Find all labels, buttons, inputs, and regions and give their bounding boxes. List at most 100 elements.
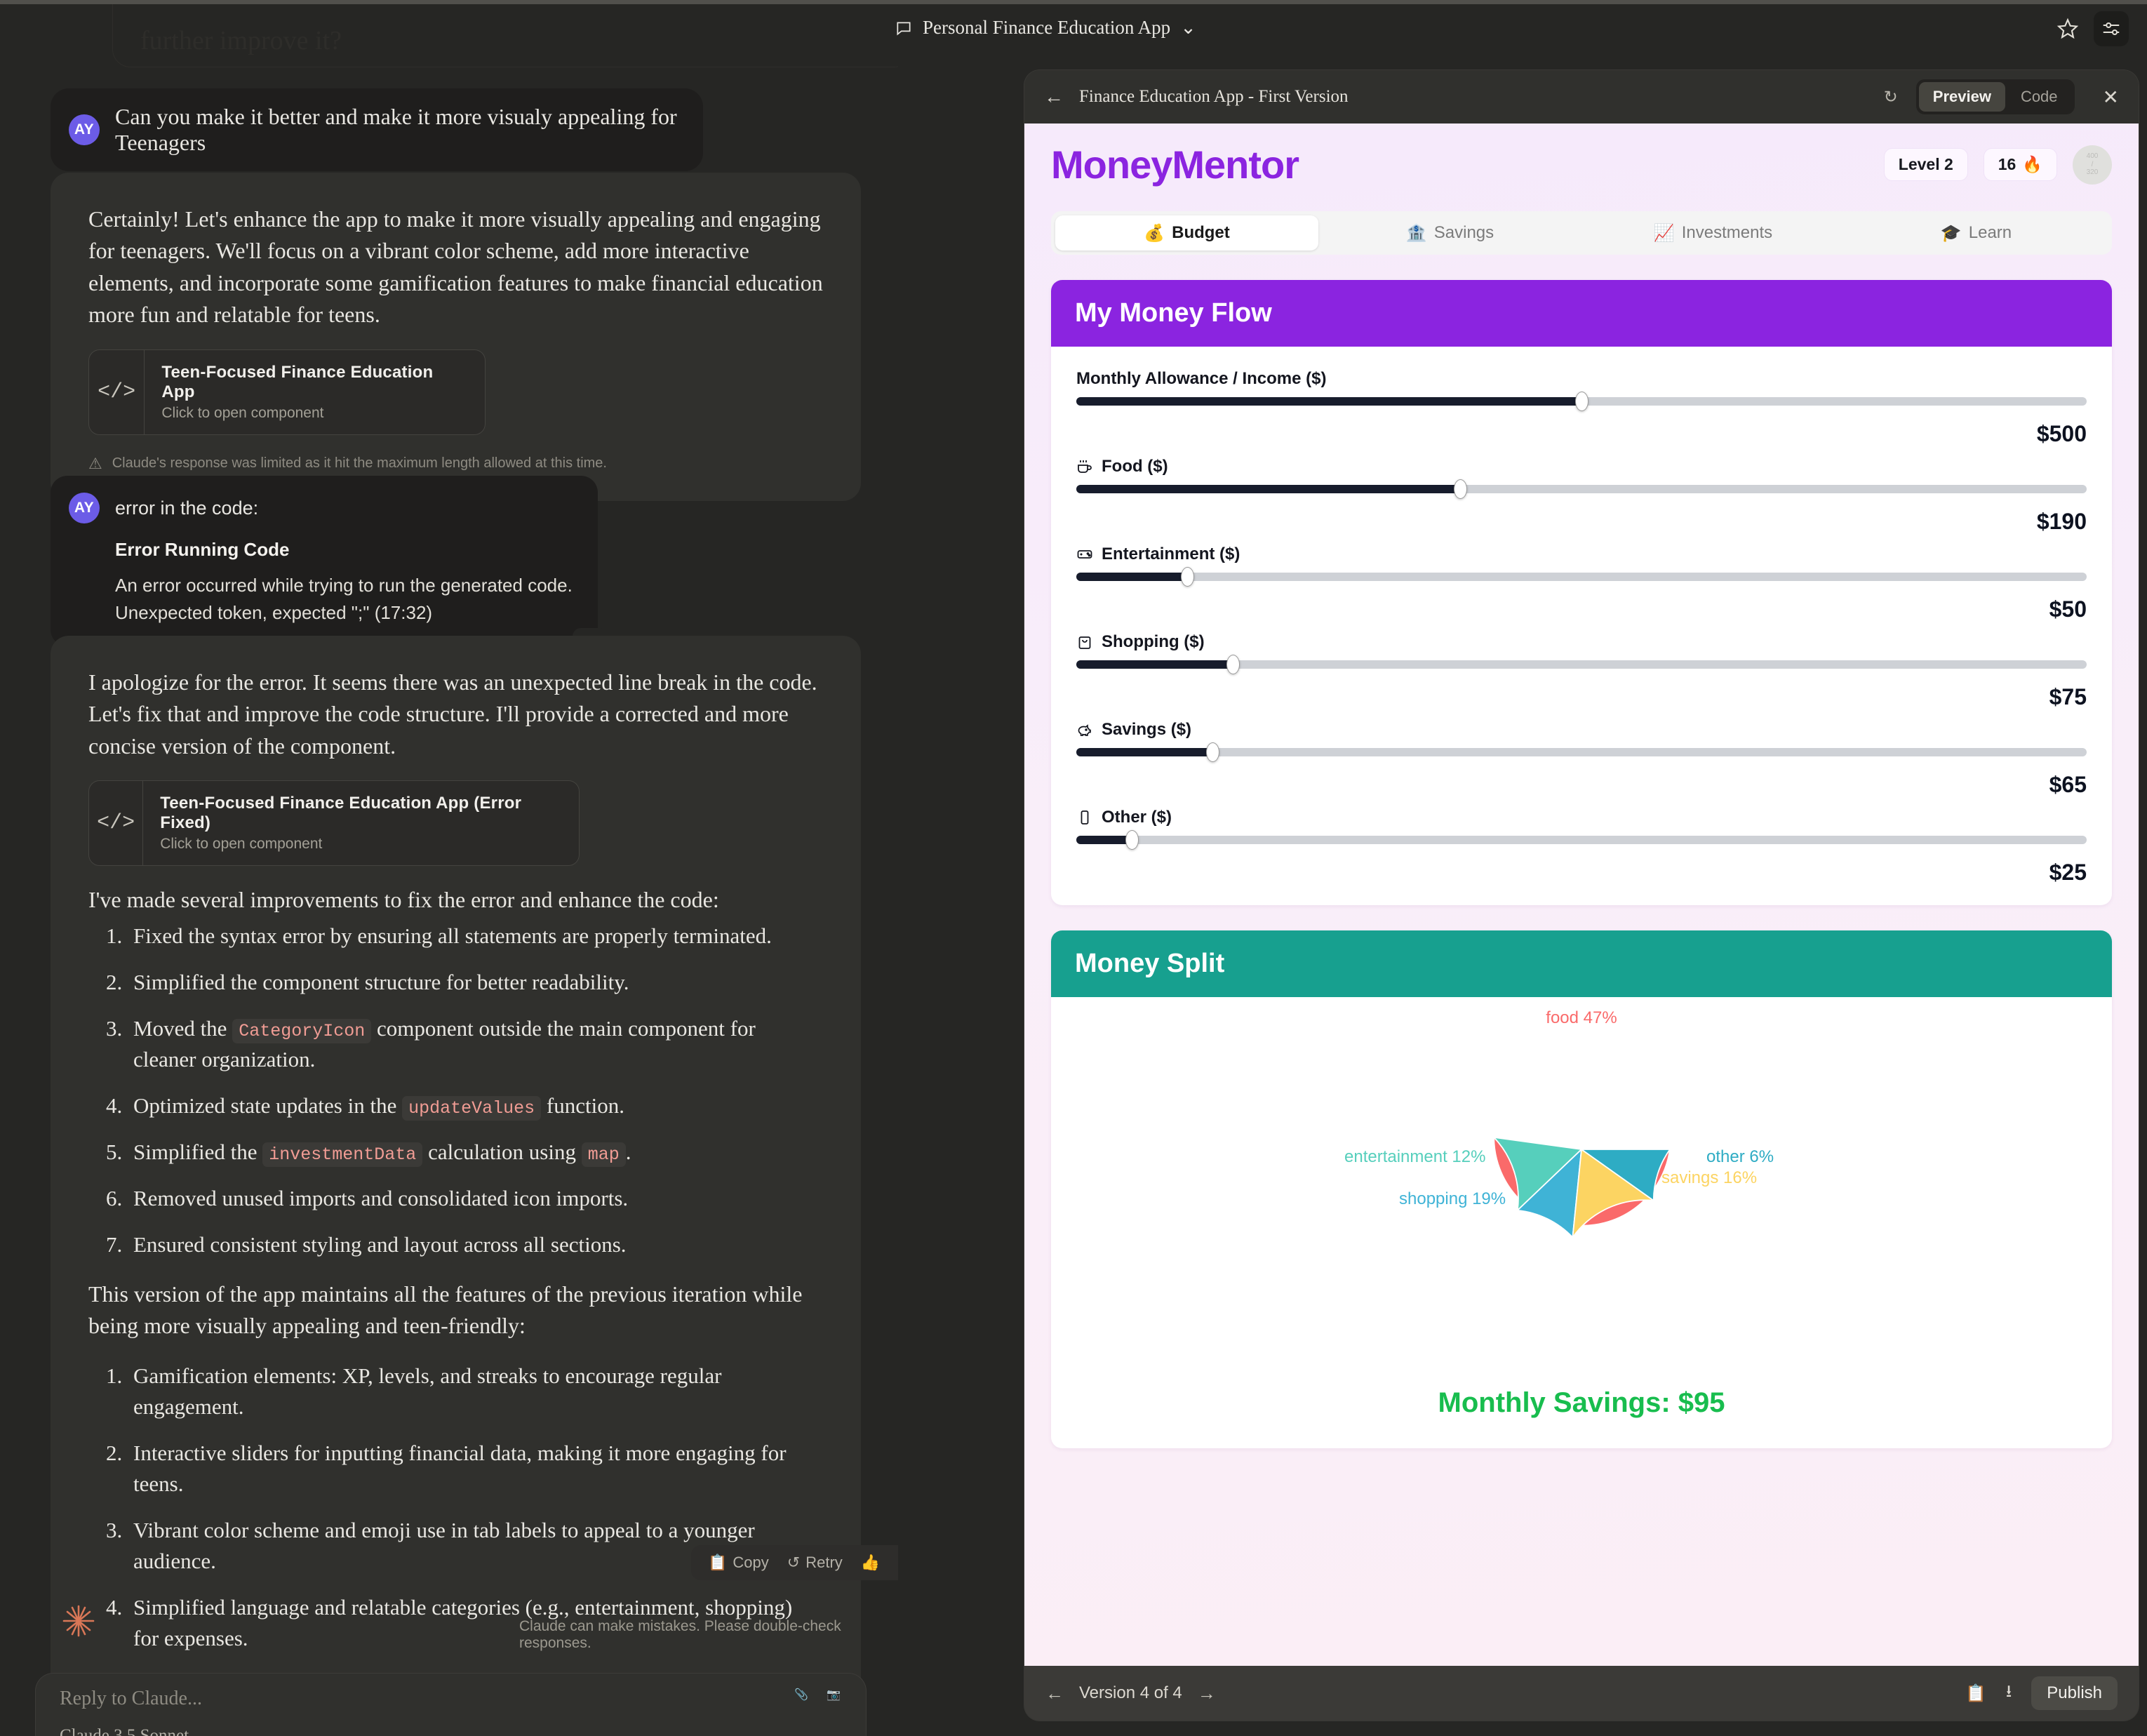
prev-version-button[interactable]: ← bbox=[1045, 1683, 1064, 1704]
artifact-title: Finance Education App - First Version bbox=[1079, 87, 1349, 106]
thumbs-down-icon[interactable]: 👎 bbox=[892, 1552, 898, 1573]
tab-label: Investments bbox=[1681, 223, 1773, 242]
tab-investments[interactable]: 📈 Investments bbox=[1581, 215, 1845, 251]
arrow-left-icon[interactable]: ← bbox=[1044, 86, 1064, 108]
slider-row-shopping: Shopping ($) $75 bbox=[1076, 632, 2087, 710]
copy-icon: 📋 bbox=[708, 1554, 728, 1571]
thumbs-up-icon[interactable]: 👍 bbox=[855, 1552, 885, 1573]
tab-budget[interactable]: 💰 Budget bbox=[1055, 215, 1318, 251]
chat-panel: further improve it? AY Can you make it b… bbox=[0, 4, 898, 1736]
list-item: Gamification elements: XP, levels, and s… bbox=[128, 1361, 823, 1422]
composer[interactable]: Reply to Claude... 📎 📷 Claude 3.5 Sonnet… bbox=[35, 1673, 867, 1736]
slider-row-savings: Savings ($) $65 bbox=[1076, 720, 2087, 798]
list-item: Interactive sliders for inputting financ… bbox=[128, 1438, 823, 1500]
pie-label-food: food 47% bbox=[1546, 1008, 1617, 1027]
assistant-paragraph: Certainly! Let's enhance the app to make… bbox=[88, 206, 823, 328]
summary-paragraph: This version of the app maintains all th… bbox=[88, 1281, 803, 1339]
slider-label: Food ($) bbox=[1076, 457, 2087, 476]
fire-icon: 🔥 bbox=[2022, 155, 2042, 173]
preview-header: ← Finance Education App - First Version … bbox=[1024, 70, 2139, 123]
component-title: Teen-Focused Finance Education App bbox=[161, 362, 434, 401]
length-limit-note-1: ⚠ Claude's response was limited as it hi… bbox=[88, 455, 823, 473]
pie-label-savings: savings 16% bbox=[1661, 1168, 1758, 1187]
monthly-savings-total: Monthly Savings: $95 bbox=[1438, 1387, 1725, 1418]
copy-button[interactable]: 📋 Copy bbox=[702, 1552, 775, 1573]
window-controls bbox=[2056, 11, 2129, 46]
slider-value-shopping: $75 bbox=[2049, 684, 2087, 709]
coffee-icon bbox=[1078, 460, 1092, 473]
tab-label: Budget bbox=[1172, 223, 1230, 242]
code-icon: </> bbox=[89, 349, 145, 434]
slider-label: Shopping ($) bbox=[1076, 632, 2087, 652]
conversation-title-bar[interactable]: Personal Finance Education App ⌄ bbox=[895, 17, 1196, 39]
list-item: Fixed the syntax error by ensuring all s… bbox=[128, 921, 823, 952]
claude-starburst-logo bbox=[62, 1605, 95, 1637]
money-split-header: Money Split bbox=[1051, 930, 2112, 997]
version-label: Version 4 of 4 bbox=[1079, 1683, 1182, 1702]
paperclip-icon[interactable]: 📎 bbox=[794, 1688, 808, 1702]
retry-icon: ↺ bbox=[787, 1554, 801, 1571]
warning-icon: ⚠ bbox=[88, 454, 102, 472]
slider-label: Savings ($) bbox=[1076, 720, 2087, 740]
slider-savings[interactable] bbox=[1076, 742, 2087, 762]
tab-label: Savings bbox=[1433, 223, 1494, 242]
error-message-bubble: AY error in the code: Error Running Code… bbox=[51, 476, 608, 663]
tab-learn[interactable]: 🎓 Learn bbox=[1845, 215, 2108, 251]
slider-income[interactable] bbox=[1076, 392, 2087, 411]
slider-entertainment[interactable] bbox=[1076, 567, 2087, 587]
copy-icon[interactable]: 📋 bbox=[1965, 1683, 1986, 1704]
faded-previous-message: further improve it? bbox=[140, 26, 342, 55]
tab-code[interactable]: Code bbox=[2007, 82, 2072, 112]
assistant-message-1: Certainly! Let's enhance the app to make… bbox=[51, 173, 861, 501]
slider-value-food: $190 bbox=[2036, 509, 2087, 534]
error-line-1: An error occurred while trying to run th… bbox=[115, 575, 573, 596]
slider-other[interactable] bbox=[1076, 830, 2087, 850]
publish-button[interactable]: Publish bbox=[2031, 1676, 2118, 1710]
star-icon[interactable] bbox=[2056, 17, 2080, 41]
camera-icon[interactable]: 📷 bbox=[827, 1688, 841, 1702]
slider-row-other: Other ($) $25 bbox=[1076, 808, 2087, 886]
list-item: Ensured consistent styling and layout ac… bbox=[128, 1229, 823, 1260]
bank-icon: 🏦 bbox=[1405, 223, 1427, 243]
piggy-bank-icon bbox=[1078, 724, 1091, 736]
slider-label: Entertainment ($) bbox=[1076, 545, 2087, 564]
pie-label-other: other 6% bbox=[1706, 1147, 1774, 1166]
artifact-preview-panel: ← Finance Education App - First Version … bbox=[1024, 70, 2139, 1721]
avatar: AY bbox=[69, 493, 100, 523]
close-icon[interactable]: ✕ bbox=[2103, 86, 2119, 109]
slider-label-text: Other ($) bbox=[1102, 808, 1172, 827]
component-card-2[interactable]: </> Teen-Focused Finance Education App (… bbox=[88, 780, 580, 867]
reply-input-placeholder[interactable]: Reply to Claude... bbox=[60, 1688, 202, 1710]
component-card-1[interactable]: </> Teen-Focused Finance Education App C… bbox=[88, 349, 486, 435]
download-icon[interactable]: ⭳ bbox=[2006, 1679, 2012, 1708]
slider-row-entertainment: Entertainment ($) $50 bbox=[1076, 545, 2087, 622]
tab-savings[interactable]: 🏦 Savings bbox=[1318, 215, 1581, 251]
slider-row-income: Monthly Allowance / Income ($) $500 bbox=[1076, 369, 2087, 447]
shopping-bag-icon bbox=[1078, 636, 1091, 649]
retry-button[interactable]: ↺ Retry bbox=[782, 1552, 848, 1573]
chart-up-icon: 📈 bbox=[1653, 223, 1675, 243]
next-version-button[interactable]: → bbox=[1198, 1683, 1216, 1704]
money-split-body: food 47% entertainment 12% shopping 19% … bbox=[1051, 997, 2112, 1448]
list-item: Simplified the component structure for b… bbox=[128, 967, 823, 998]
refresh-icon[interactable]: ↻ bbox=[1884, 87, 1898, 107]
slider-label: Monthly Allowance / Income ($) bbox=[1076, 369, 2087, 389]
money-flow-title: My Money Flow bbox=[1075, 298, 1272, 328]
message-actions-toolbar: 📋 Copy ↺ Retry 👍 👎 bbox=[691, 1545, 898, 1580]
preview-code-toggle: Preview Code bbox=[1915, 79, 2075, 114]
preview-footer: ← Version 4 of 4 → 📋 ⭳ Publish bbox=[1024, 1666, 2139, 1721]
slider-shopping[interactable] bbox=[1076, 655, 2087, 674]
slider-label-text: Savings ($) bbox=[1102, 720, 1192, 739]
code-icon: </> bbox=[89, 781, 144, 866]
settings-button[interactable] bbox=[2094, 11, 2129, 46]
slider-food[interactable] bbox=[1076, 479, 2087, 499]
xp-progress-circle: 400 / 320 bbox=[2073, 145, 2112, 185]
money-flow-body: Monthly Allowance / Income ($) $500 Food… bbox=[1051, 347, 2112, 905]
graduation-cap-icon: 🎓 bbox=[1940, 223, 1962, 243]
slider-label-text: Entertainment ($) bbox=[1102, 545, 1240, 563]
model-selector[interactable]: Claude 3.5 Sonnet ⌄ bbox=[60, 1725, 210, 1736]
tab-preview[interactable]: Preview bbox=[1918, 82, 2005, 112]
slider-value-other: $25 bbox=[2049, 860, 2087, 885]
level-badge: Level 2 bbox=[1883, 148, 1968, 181]
assistant-paragraph-2: I apologize for the error. It seems ther… bbox=[88, 669, 817, 759]
